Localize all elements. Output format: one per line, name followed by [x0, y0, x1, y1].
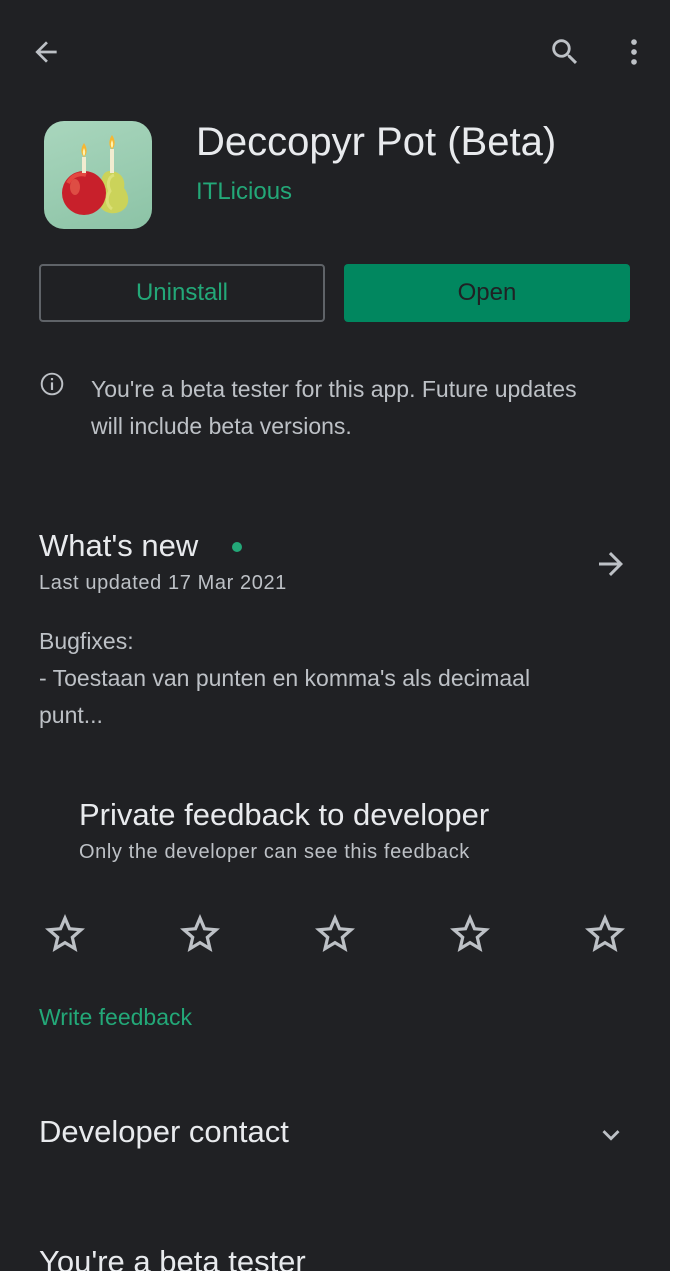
star-outline-icon	[315, 914, 355, 952]
write-feedback-link[interactable]: Write feedback	[39, 1004, 192, 1031]
back-button[interactable]	[26, 32, 66, 72]
developer-link[interactable]: ITLicious	[196, 178, 292, 206]
search-icon	[552, 39, 578, 65]
star-2-button[interactable]	[176, 910, 224, 958]
star-outline-icon	[180, 914, 220, 952]
uninstall-button[interactable]: Uninstall	[39, 264, 325, 322]
app-icon[interactable]	[44, 121, 152, 229]
info-icon	[39, 371, 65, 397]
arrow-right-icon	[593, 546, 629, 582]
search-button[interactable]	[544, 31, 586, 73]
more-vertical-icon	[631, 39, 637, 65]
arrow-left-icon	[35, 41, 57, 63]
chevron-down-icon	[594, 1118, 628, 1152]
app-details-screen: Deccopyr Pot (Beta) ITLicious Uninstall …	[0, 0, 670, 1271]
star-5-button[interactable]	[581, 910, 629, 958]
star-outline-icon	[45, 914, 85, 952]
star-outline-icon	[585, 914, 625, 952]
developer-contact-row[interactable]: Developer contact	[39, 1110, 631, 1160]
beta-tester-section-title: You're a beta tester	[39, 1244, 306, 1271]
more-options-button[interactable]	[614, 31, 654, 73]
whats-new-header[interactable]: What's new Last updated 17 Mar 2021	[39, 528, 631, 600]
whats-new-line-1: Bugfixes:	[39, 628, 134, 654]
new-indicator-dot	[232, 542, 242, 552]
fruit-candle-logo	[62, 135, 129, 215]
beta-notice-text: You're a beta tester for this app. Futur…	[91, 376, 577, 439]
whats-new-title: What's new	[39, 528, 199, 563]
last-updated-text: Last updated 17 Mar 2021	[39, 572, 287, 594]
developer-contact-title: Developer contact	[39, 1114, 289, 1149]
open-button[interactable]: Open	[344, 264, 630, 322]
star-outline-icon	[450, 914, 490, 952]
whats-new-line-2: - Toestaan van punten en komma's als dec…	[39, 665, 531, 728]
star-1-button[interactable]	[41, 910, 89, 958]
feedback-title: Private feedback to developer	[79, 797, 490, 832]
star-4-button[interactable]	[446, 910, 494, 958]
feedback-subtitle: Only the developer can see this feedback	[79, 841, 470, 863]
app-title: Deccopyr Pot (Beta)	[196, 120, 557, 164]
star-3-button[interactable]	[311, 910, 359, 958]
